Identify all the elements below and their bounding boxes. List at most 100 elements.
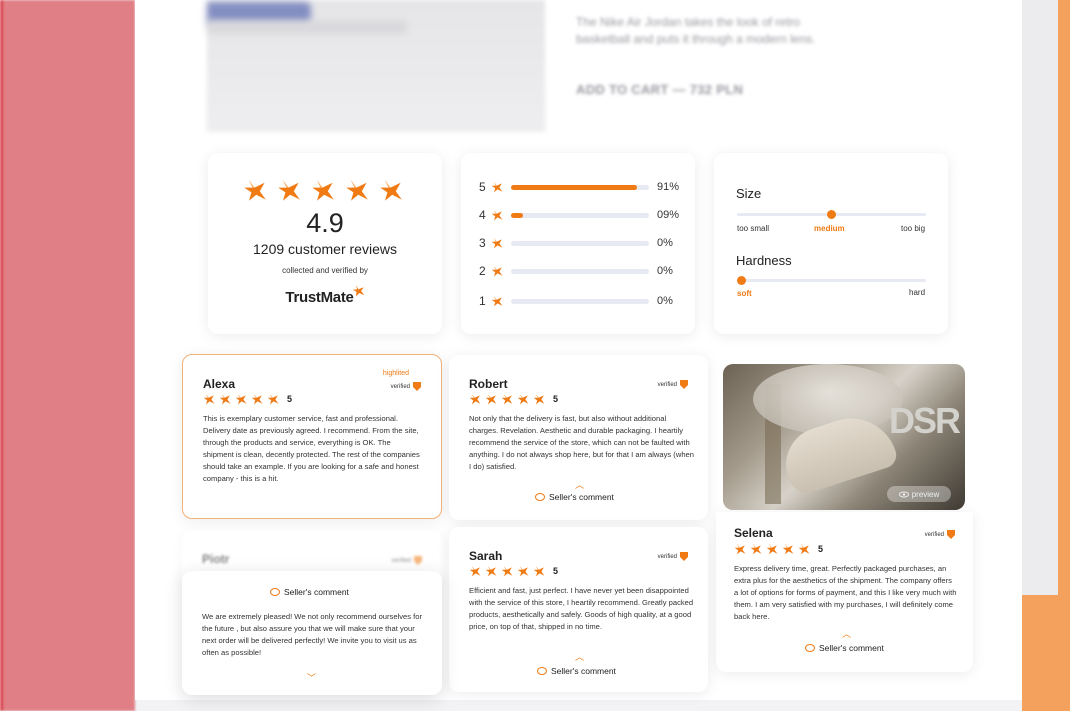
distribution-bar-fill [511,212,524,218]
distribution-bar [511,268,649,274]
chevron-down-icon[interactable]: ﹀ [307,671,316,684]
verified-label: verified [924,531,944,538]
distribution-percent: 0% [657,295,673,307]
verified-badge: verified [391,382,421,391]
shield-icon [947,530,955,539]
distribution-star-number: 1 [479,294,486,308]
review-score: 5 [287,394,293,404]
star-icon [379,178,403,202]
eye-icon [898,491,909,497]
size-low-label: too small [737,224,770,233]
seller-comment-toggle[interactable]: Seller's comment [537,666,616,676]
reviewer-name: Selena [734,526,773,540]
review-text: Not only that the delivery is fast, but … [469,414,694,471]
verified-badge: verified [925,530,955,539]
preview-button[interactable]: preview [887,486,951,502]
star-icon [533,565,545,577]
star-icon [501,565,513,577]
verified-label: verified [391,557,411,564]
star-icon [734,543,746,555]
size-high-label: too big [901,224,926,233]
review-card-selena[interactable]: Selena verified 5 Express delivery time,… [716,512,973,672]
star-icon [501,393,513,405]
shield-icon [413,382,421,391]
size-mid-label: medium [814,224,845,233]
comment-icon [805,644,815,652]
chevron-up-icon[interactable]: ︿ [842,627,851,640]
review-count: 1209 customer reviews [253,241,397,257]
hardness-slider [737,276,926,285]
chevron-up-icon[interactable]: ︿ [575,650,584,663]
star-icon [469,393,481,405]
comment-icon [537,667,547,675]
review-score: 5 [553,566,559,576]
distribution-row[interactable]: 3 0% [479,236,679,250]
review-stars-icons [469,393,545,405]
comment-icon [270,588,280,596]
verified-label: verified [390,383,410,390]
review-stars-icons [203,393,279,405]
distribution-bar [511,184,649,190]
star-icon [517,565,529,577]
star-icon [533,393,545,405]
review-card-alexa[interactable]: highlited Alexa verified 5 This is exemp… [182,354,442,519]
seller-comment-toggle[interactable]: Seller's comment [805,643,884,653]
verified-label: verified [657,553,677,560]
verified-badge: verified [658,552,688,561]
trustmate-logo[interactable]: TrustMate [208,285,442,306]
add-to-cart-label: ADD TO CART — [576,82,686,97]
seller-comment-toggle[interactable]: Seller's comment [535,492,614,502]
star-icon [491,265,503,277]
background-left-band [0,0,135,711]
rating-distribution-card: 5 91% 4 09% 3 0% 2 0% 1 0% [461,153,695,334]
product-image [207,0,545,132]
product-image-sole [207,20,407,34]
verified-badge: verified [658,380,688,389]
summary-stars [208,178,442,202]
rating-summary-card: 4.9 1209 customer reviews collected and … [208,153,442,334]
size-slider-handle [827,210,836,219]
shield-icon [680,380,688,389]
review-card-robert[interactable]: Robert verified 5 Not only that the deli… [449,355,708,520]
seller-comment-header: Seller's comment [270,587,349,597]
distribution-percent: 91% [657,181,680,193]
seller-comment-label: Seller's comment [819,643,884,653]
distribution-row[interactable]: 1 0% [479,294,679,308]
seller-comment-popup[interactable]: Seller's comment We are extremely please… [182,571,442,695]
review-photo[interactable]: DSR preview [723,364,965,510]
product-price: 732 PLN [689,82,744,97]
star-icon [251,393,263,405]
background-right-block [1022,595,1070,711]
shield-icon [414,556,422,565]
review-text: Express delivery time, great. Perfectly … [734,564,957,621]
distribution-row[interactable]: 5 91% [479,180,679,194]
comment-icon [535,493,545,501]
review-card-sarah[interactable]: Sarah verified 5 Efficient and fast, jus… [449,527,708,692]
star-icon [235,393,247,405]
star-icon [345,178,369,202]
reviewer-name: Piotr [202,552,230,566]
reviewer-name: Robert [469,377,508,391]
distribution-row[interactable]: 4 09% [479,208,679,222]
star-icon [267,393,279,405]
review-text: Efficient and fast, just perfect. I have… [469,586,694,631]
star-icon [517,393,529,405]
star-icon [311,178,335,202]
size-slider [737,210,926,219]
star-icon [485,565,497,577]
shield-icon [680,552,688,561]
distribution-row[interactable]: 2 0% [479,264,679,278]
star-icon [750,543,762,555]
star-icon [491,295,503,307]
reviewer-name: Alexa [203,377,236,391]
chevron-up-icon[interactable]: ︿ [575,478,584,491]
review-stars-icons [469,565,545,577]
review-stars: 5 [734,543,823,555]
distribution-bar [511,240,649,246]
review-score: 5 [553,394,559,404]
add-to-cart-button[interactable]: ADD TO CART — 732 PLN [576,82,743,97]
star-icon [491,181,503,193]
highlighted-tag: highlited [382,370,409,377]
collected-label: collected and verified by [282,266,368,275]
star-icon [782,543,794,555]
